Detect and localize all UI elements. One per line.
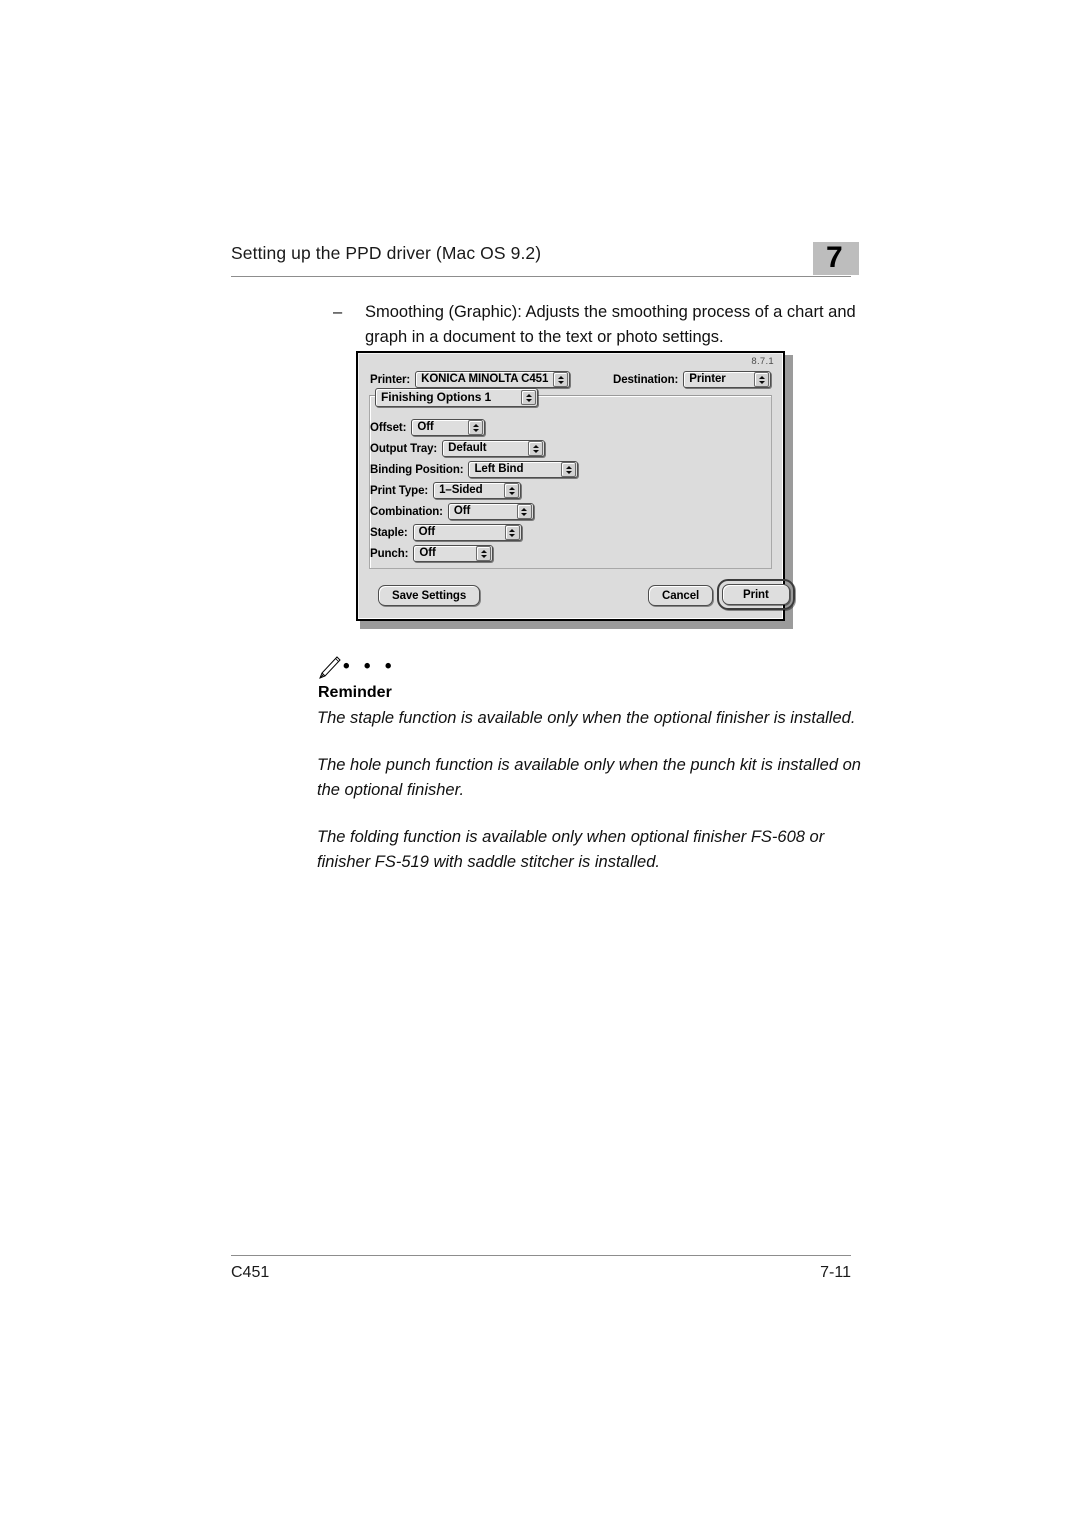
printer-label: Printer:	[370, 373, 411, 386]
print-type-select-value: 1–Sided	[439, 484, 483, 496]
pencil-icon	[317, 656, 341, 685]
staple-row: Staple: Off	[370, 524, 522, 541]
printer-select-value: KONICA MINOLTA C451	[421, 373, 549, 385]
binding-position-label: Binding Position:	[370, 463, 464, 476]
print-button-wrap: Print	[717, 579, 795, 610]
chevron-updown-icon	[476, 546, 492, 561]
output-tray-label: Output Tray:	[370, 442, 438, 455]
output-tray-select[interactable]: Default	[442, 440, 546, 457]
footer-page-number: 7-11	[820, 1264, 851, 1281]
header-rule	[231, 276, 851, 277]
destination-row: Destination: Printer	[613, 371, 772, 388]
print-type-label: Print Type:	[370, 484, 429, 497]
bullet-text: Smoothing (Graphic): Adjusts the smoothi…	[365, 303, 856, 346]
print-type-select[interactable]: 1–Sided	[433, 482, 522, 499]
combination-select-value: Off	[453, 505, 471, 517]
punch-select-value: Off	[419, 547, 436, 559]
cancel-button-wrap: Cancel	[648, 585, 714, 606]
header-title: Setting up the PPD driver (Mac OS 9.2)	[231, 243, 542, 263]
offset-label: Offset:	[370, 421, 407, 434]
offset-row: Offset: Off	[370, 419, 486, 436]
punch-select[interactable]: Off	[413, 545, 494, 562]
reminder-paragraph: The staple function is available only wh…	[317, 709, 856, 727]
save-settings-button-wrap: Save Settings	[378, 585, 481, 606]
chapter-number: 7	[826, 241, 843, 274]
binding-position-select-value: Left Bind	[474, 463, 524, 475]
pane-select-value: Finishing Options 1	[381, 390, 492, 404]
driver-version-label: 8.7.1	[751, 356, 774, 367]
chevron-updown-icon	[561, 462, 577, 477]
reminder-paragraphs: The staple function is available only wh…	[317, 706, 862, 875]
reminder-marker: • • •	[317, 656, 862, 686]
reminder-note: • • • Reminder The staple function is av…	[317, 656, 862, 871]
reminder-dots: • • •	[343, 656, 397, 677]
binding-position-select[interactable]: Left Bind	[468, 461, 579, 478]
printer-row: Printer: KONICA MINOLTA C451	[370, 371, 571, 388]
print-dialog: 8.7.1 Printer: KONICA MINOLTA C451 Desti…	[356, 351, 795, 621]
bullet-row: – Smoothing (Graphic): Adjusts the smoot…	[333, 300, 863, 349]
destination-label: Destination:	[613, 373, 679, 386]
punch-label: Punch:	[370, 547, 409, 560]
print-type-row: Print Type: 1–Sided	[370, 482, 522, 499]
offset-select-value: Off	[417, 421, 434, 433]
output-tray-select-value: Default	[448, 442, 487, 454]
destination-select[interactable]: Printer	[683, 371, 772, 388]
punch-row: Punch: Off	[370, 545, 494, 562]
default-button-ring: Print	[717, 579, 795, 610]
chevron-updown-icon	[521, 390, 536, 405]
page-header: Setting up the PPD driver (Mac OS 9.2)	[231, 243, 851, 277]
output-tray-row: Output Tray: Default	[370, 440, 546, 457]
dialog-inner: 8.7.1 Printer: KONICA MINOLTA C451 Desti…	[358, 353, 795, 619]
reminder-paragraph: The hole punch function is available onl…	[317, 756, 861, 799]
chevron-updown-icon	[504, 525, 520, 540]
printer-select[interactable]: KONICA MINOLTA C451	[415, 371, 571, 388]
cancel-button[interactable]: Cancel	[648, 585, 714, 606]
document-page: Setting up the PPD driver (Mac OS 9.2) 7…	[0, 0, 1080, 1527]
save-settings-button[interactable]: Save Settings	[378, 585, 481, 606]
staple-select-value: Off	[418, 526, 435, 538]
staple-label: Staple:	[370, 526, 408, 539]
chevron-updown-icon	[754, 372, 770, 387]
binding-position-row: Binding Position: Left Bind	[370, 461, 579, 478]
chevron-updown-icon	[528, 441, 544, 456]
pane-select-wrap: Finishing Options 1	[375, 388, 538, 407]
destination-select-value: Printer	[689, 373, 726, 385]
bullet-paragraph: – Smoothing (Graphic): Adjusts the smoot…	[333, 300, 863, 349]
offset-select[interactable]: Off	[411, 419, 486, 436]
dash-bullet-icon: –	[333, 303, 343, 321]
chevron-updown-icon	[504, 483, 520, 498]
chevron-updown-icon	[553, 372, 569, 387]
print-dialog-figure: 8.7.1 Printer: KONICA MINOLTA C451 Desti…	[356, 351, 795, 629]
chevron-updown-icon	[516, 504, 532, 519]
reminder-heading: Reminder	[318, 684, 392, 701]
chevron-updown-icon	[468, 420, 484, 435]
footer-rule	[231, 1255, 851, 1256]
combination-row: Combination: Off	[370, 503, 534, 520]
print-button[interactable]: Print	[722, 584, 790, 605]
combination-label: Combination:	[370, 505, 443, 518]
staple-select[interactable]: Off	[412, 524, 522, 541]
reminder-paragraph: The folding function is available only w…	[317, 828, 825, 871]
combination-select[interactable]: Off	[447, 503, 534, 520]
pane-select[interactable]: Finishing Options 1	[375, 388, 538, 407]
